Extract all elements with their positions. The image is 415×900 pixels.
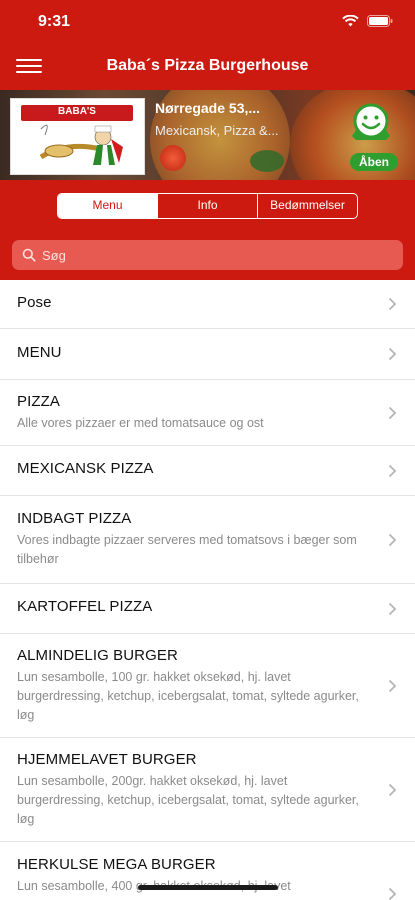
chevron-right-icon	[388, 887, 397, 900]
list-item-herkulse-mega-burger[interactable]: HERKULSE MEGA BURGER Lun sesambolle, 400…	[0, 842, 415, 900]
wifi-icon	[342, 15, 359, 27]
list-item-indbagt-pizza[interactable]: INDBAGT PIZZA Vores indbagte pizzaer ser…	[0, 496, 415, 584]
home-indicator	[138, 885, 278, 890]
chevron-right-icon	[388, 347, 397, 361]
battery-icon	[367, 15, 393, 27]
tab-info[interactable]: Info	[157, 194, 257, 218]
chevron-right-icon	[388, 297, 397, 311]
list-item-description: Lun sesambolle, 100 gr. hakket oksekød, …	[17, 670, 359, 722]
search-icon	[22, 248, 36, 262]
list-item-mexicansk-pizza[interactable]: MEXICANSK PIZZA	[0, 446, 415, 496]
chevron-right-icon	[388, 464, 397, 478]
list-item-title: Pose	[17, 294, 52, 311]
list-item-menu[interactable]: MENU	[0, 329, 415, 380]
pizza-chef-logo-icon	[39, 124, 123, 165]
list-item-description: Alle vores pizzaer er med tomatsauce og …	[17, 416, 264, 430]
status-bar: 9:31	[0, 0, 415, 44]
segmented-control: Menu Info Bedømmelser	[57, 193, 358, 219]
page-title: Baba´s Pizza Burgerhouse	[106, 57, 309, 74]
list-item-almindelig-burger[interactable]: ALMINDELIG BURGER Lun sesambolle, 100 gr…	[0, 634, 415, 738]
tab-menu[interactable]: Menu	[58, 194, 157, 218]
smiley-rating-icon	[352, 103, 390, 140]
tabs-and-search: Menu Info Bedømmelser	[0, 180, 415, 280]
list-item-title: HJEMMELAVET BURGER	[17, 751, 197, 768]
list-item-title: MENU	[17, 344, 62, 361]
restaurant-address: Nørregade 53,...	[155, 100, 261, 116]
nav-bar: Baba´s Pizza Burgerhouse	[0, 44, 415, 90]
chevron-right-icon	[388, 783, 397, 797]
chevron-right-icon	[388, 533, 397, 547]
list-item-kartoffel-pizza[interactable]: KARTOFFEL PIZZA	[0, 584, 415, 634]
chevron-right-icon	[388, 602, 397, 616]
list-item-title: ALMINDELIG BURGER	[17, 647, 178, 664]
search-bar[interactable]	[12, 240, 403, 270]
list-item-description: Lun sesambolle, 200gr. hakket oksekød, h…	[17, 774, 359, 826]
list-item-description: Vores indbagte pizzaer serveres med toma…	[17, 533, 357, 566]
list-item-title: INDBAGT PIZZA	[17, 510, 132, 527]
restaurant-banner: BABA'S Nørregade 53,... Mexicansk, Pizza…	[0, 90, 415, 180]
tab-reviews[interactable]: Bedømmelser	[257, 194, 357, 218]
status-time: 9:31	[38, 13, 71, 30]
list-item-pose[interactable]: Pose	[0, 280, 415, 329]
open-status-badge: Åben	[350, 153, 398, 171]
menu-category-list: Pose MENU PIZZA Alle vores pizzaer er me…	[0, 280, 415, 900]
list-item-title: PIZZA	[17, 393, 61, 410]
chevron-right-icon	[388, 679, 397, 693]
list-item-title: KARTOFFEL PIZZA	[17, 598, 153, 615]
search-input[interactable]	[42, 246, 382, 264]
list-item-hjemmelavet-burger[interactable]: HJEMMELAVET BURGER Lun sesambolle, 200gr…	[0, 738, 415, 842]
list-item-pizza[interactable]: PIZZA Alle vores pizzaer er med tomatsau…	[0, 380, 415, 446]
list-item-title: HERKULSE MEGA BURGER	[17, 856, 216, 873]
restaurant-logo: BABA'S	[10, 98, 145, 175]
chevron-right-icon	[388, 406, 397, 420]
restaurant-cuisine: Mexicansk, Pizza &...	[155, 123, 279, 138]
banner-basil-image	[250, 150, 284, 172]
banner-tomato-image	[160, 145, 186, 171]
list-item-title: MEXICANSK PIZZA	[17, 460, 154, 477]
status-icons	[342, 15, 393, 27]
